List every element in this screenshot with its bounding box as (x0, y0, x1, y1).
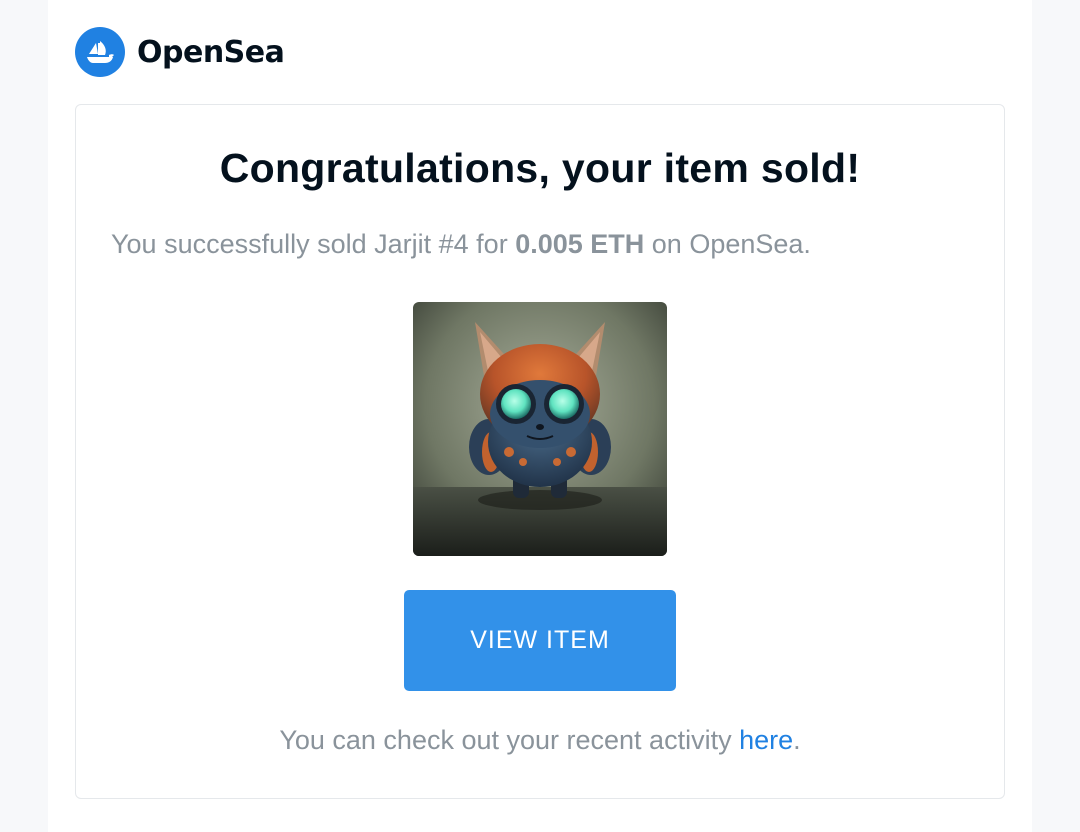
activity-link[interactable]: here (739, 725, 793, 755)
email-page: OpenSea Congratulations, your item sold!… (48, 0, 1032, 832)
activity-note-text: You can check out your recent activity (279, 725, 740, 755)
sale-message: You successfully sold Jarjit #4 for 0.00… (111, 229, 811, 260)
sale-card: Congratulations, your item sold! You suc… (75, 104, 1005, 799)
opensea-boat-icon[interactable] (75, 27, 125, 77)
brand-name[interactable]: OpenSea (137, 35, 285, 70)
nft-image[interactable] (413, 302, 667, 556)
sale-message-suffix: on OpenSea. (644, 229, 811, 259)
card-title: Congratulations, your item sold! (219, 145, 861, 191)
sale-message-prefix: You successfully sold Jarjit #4 for (111, 229, 516, 259)
view-item-button[interactable]: VIEW ITEM (404, 590, 676, 691)
activity-note-trailing: . (793, 725, 801, 755)
sale-price: 0.005 ETH (515, 229, 645, 259)
activity-note: You can check out your recent activity h… (76, 725, 1004, 756)
email-header: OpenSea (75, 26, 285, 78)
